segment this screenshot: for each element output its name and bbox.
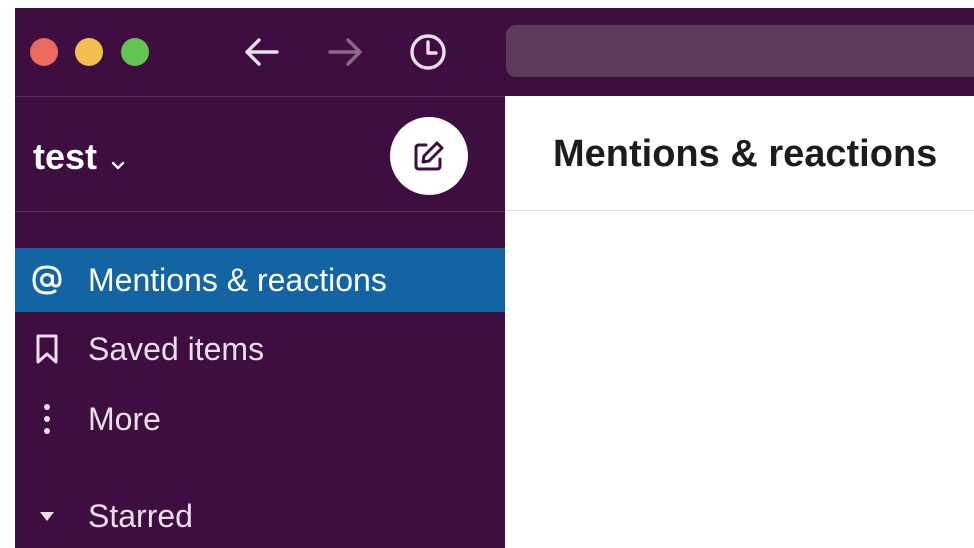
workspace-switcher[interactable]: test <box>33 135 125 179</box>
sidebar-section-starred[interactable]: Starred <box>15 484 505 548</box>
arrow-right-icon <box>328 38 362 66</box>
compose-icon <box>414 141 444 171</box>
caret-down-icon <box>29 496 65 536</box>
back-button[interactable] <box>241 32 281 72</box>
arrow-left-icon <box>245 38 279 66</box>
sidebar-item-label: Mentions & reactions <box>88 261 387 298</box>
search-bar[interactable] <box>506 25 974 77</box>
workspace-name: test <box>33 136 98 177</box>
sidebar-item-mentions-reactions[interactable]: Mentions & reactions <box>15 248 505 312</box>
at-icon <box>29 260 65 300</box>
chevron-down-icon <box>111 139 125 179</box>
more-vertical-icon <box>29 399 65 439</box>
zoom-window-button[interactable] <box>121 38 149 66</box>
page-title: Mentions & reactions <box>553 133 938 175</box>
main-header: Mentions & reactions <box>505 96 974 211</box>
workspace-header: test <box>15 97 505 212</box>
bookmark-icon <box>29 329 65 369</box>
clock-icon <box>410 34 446 70</box>
sidebar-item-label: Saved items <box>88 330 265 367</box>
minimize-window-button[interactable] <box>75 38 103 66</box>
close-window-button[interactable] <box>30 38 58 66</box>
sidebar: test Mentions & reactions Saved items Mo… <box>15 96 505 548</box>
app-window: test Mentions & reactions Saved items Mo… <box>15 8 974 548</box>
sidebar-item-label: More <box>88 400 161 437</box>
title-bar <box>15 8 974 96</box>
compose-button[interactable] <box>390 117 468 195</box>
sidebar-item-more[interactable]: More <box>15 387 505 451</box>
forward-button[interactable] <box>326 32 366 72</box>
sidebar-section-label: Starred <box>88 497 193 534</box>
sidebar-item-saved-items[interactable]: Saved items <box>15 317 505 381</box>
history-button[interactable] <box>408 32 448 72</box>
